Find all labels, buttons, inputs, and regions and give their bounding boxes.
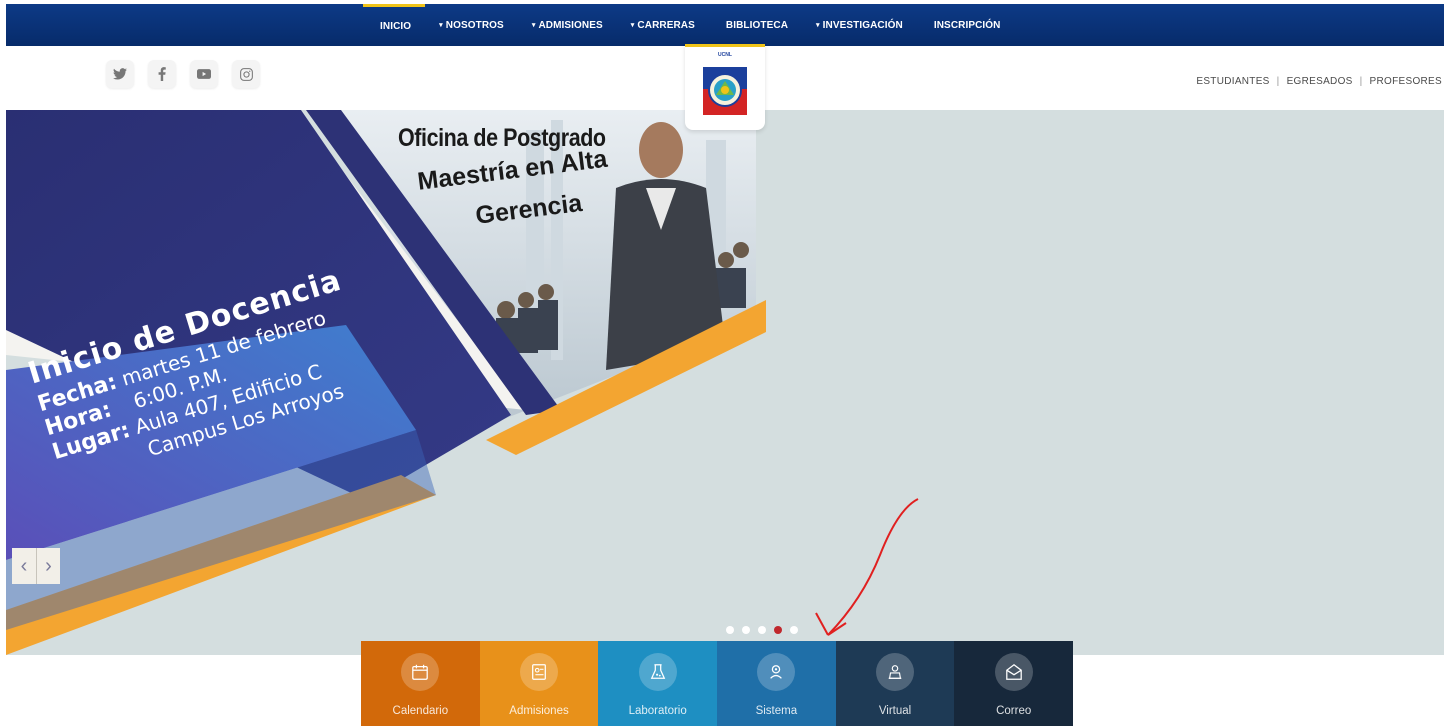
calendar-icon xyxy=(401,653,440,691)
nav-label: INSCRIPCIÓN xyxy=(933,19,1001,31)
nav-label: INVESTIGACIÓN xyxy=(822,19,903,31)
nav-caret: ▾ xyxy=(630,22,635,29)
university-logo[interactable]: UCNL xyxy=(685,44,765,130)
nav-item-nosotros[interactable]: ▾ NOSOTROS xyxy=(425,4,518,46)
nav-item-carreras[interactable]: ▾ CARRERAS xyxy=(617,4,709,46)
link-egresados[interactable]: EGRESADOS xyxy=(1287,76,1353,87)
logo-emblem xyxy=(703,58,747,119)
nav-item-inscripcion[interactable]: INSCRIPCIÓN xyxy=(917,4,1015,46)
slider-prev-button[interactable]: ‹ xyxy=(12,548,36,584)
mail-icon xyxy=(994,653,1033,691)
slider-dot-active[interactable] xyxy=(774,626,782,634)
slider-dot[interactable] xyxy=(742,626,750,634)
slider-pagination xyxy=(726,626,798,634)
page: INICIO ▾ NOSOTROS ▾ ADMISIONES ▾ CARRERAS B… xyxy=(0,0,1456,726)
tile-label: Admisiones xyxy=(509,705,569,717)
admissions-icon xyxy=(520,653,558,691)
nav-menu: INICIO ▾ NOSOTROS ▾ ADMISIONES ▾ CARRERAS B… xyxy=(363,4,1015,46)
tile-label: Virtual xyxy=(878,705,912,717)
tile-label: Sistema xyxy=(755,705,798,717)
slider-controls: ‹ › xyxy=(12,548,60,584)
separator: | xyxy=(1359,76,1363,87)
tile-calendario[interactable]: Calendario xyxy=(361,641,480,726)
tile-label: Calendario xyxy=(392,705,449,717)
slider-dot[interactable] xyxy=(726,626,734,634)
hero-slider: Oficina de Postgrado Maestría en Alta Ge… xyxy=(6,110,1444,655)
quick-access-bar: Calendario Admisiones Laboratorio Sistem… xyxy=(361,641,1074,726)
link-estudiantes[interactable]: ESTUDIANTES xyxy=(1196,76,1269,87)
nav-caret: ▾ xyxy=(531,22,536,29)
twitter-icon[interactable] xyxy=(106,60,134,88)
nav-item-biblioteca[interactable]: BIBLIOTECA xyxy=(709,4,802,46)
slider-dot[interactable] xyxy=(758,626,766,634)
link-profesores[interactable]: PROFESORES xyxy=(1370,76,1442,87)
slider-next-button[interactable]: › xyxy=(36,548,60,584)
separator: | xyxy=(1276,76,1280,87)
youtube-icon[interactable] xyxy=(190,60,218,88)
nav-caret: ▾ xyxy=(816,22,820,29)
instagram-icon[interactable] xyxy=(232,60,260,88)
tile-admisiones[interactable]: Admisiones xyxy=(479,641,599,726)
nav-item-admisiones[interactable]: ▾ ADMISIONES xyxy=(518,4,617,46)
tile-label: Correo xyxy=(996,705,1032,717)
logo-text: UCNL xyxy=(718,52,732,58)
slider-dot[interactable] xyxy=(790,626,798,634)
audience-links: ESTUDIANTES | EGRESADOS | PROFESORES xyxy=(1196,76,1442,87)
nav-label: ADMISIONES xyxy=(538,19,603,31)
nav-item-investigacion[interactable]: ▾ INVESTIGACIÓN xyxy=(802,4,917,46)
system-icon xyxy=(757,653,796,691)
tile-label: Laboratorio xyxy=(628,705,687,717)
nav-label: INICIO xyxy=(380,21,412,32)
nav-caret: ▾ xyxy=(439,22,443,29)
tile-laboratorio[interactable]: Laboratorio xyxy=(598,641,718,726)
tile-virtual[interactable]: Virtual xyxy=(835,641,955,726)
nav-label: BIBLIOTECA xyxy=(725,19,789,31)
social-links xyxy=(106,60,260,88)
virtual-icon xyxy=(876,653,915,691)
tile-sistema[interactable]: Sistema xyxy=(717,641,836,726)
main-nav: INICIO ▾ NOSOTROS ▾ ADMISIONES ▾ CARRERAS B… xyxy=(6,4,1444,46)
nav-label: CARRERAS xyxy=(637,19,695,31)
nav-item-inicio[interactable]: INICIO xyxy=(363,4,426,46)
nav-label: NOSOTROS xyxy=(445,19,504,31)
laboratory-icon xyxy=(638,653,677,691)
tile-correo[interactable]: Correo xyxy=(954,641,1074,726)
facebook-icon[interactable] xyxy=(148,60,176,88)
